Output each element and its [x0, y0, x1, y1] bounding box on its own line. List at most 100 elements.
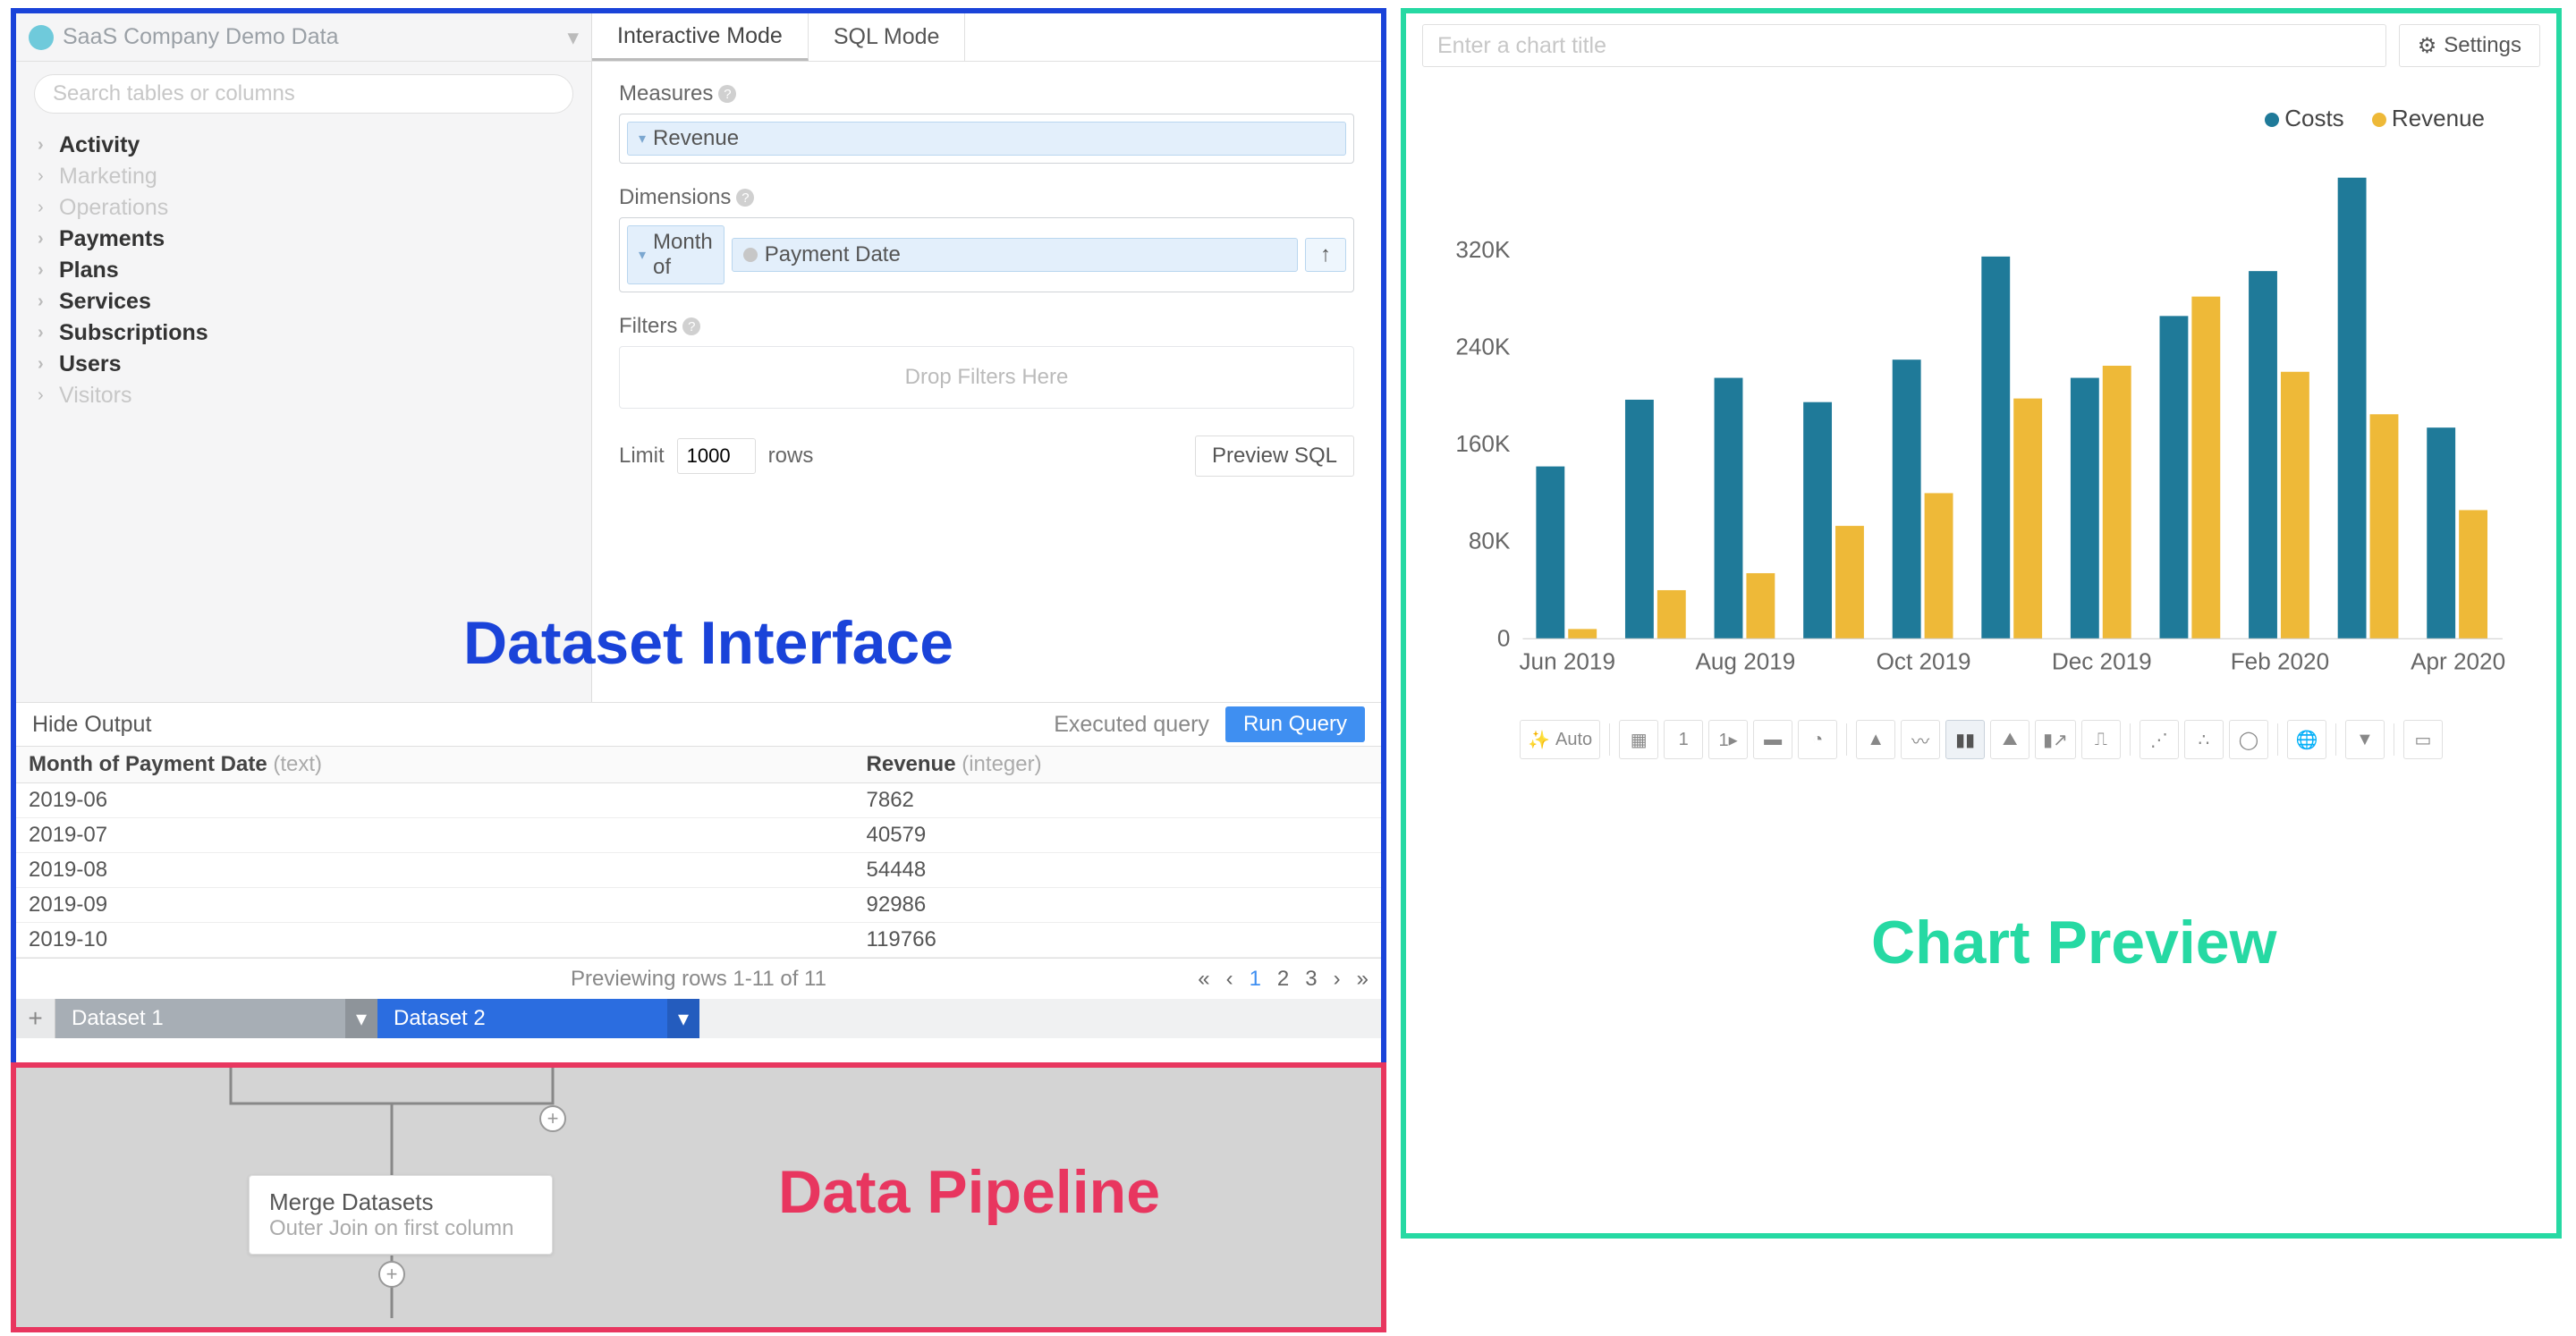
dataset-tab-1[interactable]: Dataset 1▾ — [55, 999, 377, 1038]
gauge-icon[interactable]: 1▸ — [1708, 720, 1748, 759]
dimensions-dropzone[interactable]: ▾Month of Payment Date ↑ — [619, 217, 1354, 292]
preview-sql-button[interactable]: Preview SQL — [1195, 435, 1354, 477]
funnel-icon[interactable]: ▼ — [2345, 720, 2385, 759]
run-query-button[interactable]: Run Query — [1225, 706, 1365, 742]
schema-table-activity[interactable]: ›Activity — [38, 130, 570, 161]
pager-page-3[interactable]: 3 — [1305, 967, 1317, 992]
sparkline-icon[interactable]: ⎍ — [2081, 720, 2121, 759]
col-header-month[interactable]: Month of Payment Date (text) — [16, 747, 854, 783]
pager-page-1[interactable]: 1 — [1250, 967, 1261, 992]
svg-text:Feb 2020: Feb 2020 — [2231, 647, 2329, 674]
svg-text:80K: 80K — [1469, 528, 1511, 554]
merge-node-title: Merge Datasets — [269, 1188, 532, 1216]
chart-title-input[interactable] — [1422, 24, 2386, 67]
schema-table-visitors[interactable]: ›Visitors — [38, 380, 570, 411]
dimension-pill-payment-date[interactable]: Payment Date — [732, 238, 1298, 272]
col-header-revenue[interactable]: Revenue (integer) — [854, 747, 1381, 783]
stacked-area-icon[interactable]: ⛰ — [1990, 720, 2029, 759]
schema-table-operations[interactable]: ›Operations — [38, 192, 570, 224]
pipeline-add-node[interactable]: + — [539, 1105, 566, 1132]
tab-interactive-mode[interactable]: Interactive Mode — [592, 13, 809, 61]
datasource-icon — [29, 25, 54, 50]
add-dataset-button[interactable]: + — [16, 999, 55, 1038]
measure-pill-revenue[interactable]: ▾Revenue — [627, 122, 1346, 156]
chart-settings-button[interactable]: ⚙Settings — [2399, 24, 2540, 67]
pie-chart-icon[interactable]: ◔ — [1798, 720, 1837, 759]
help-icon[interactable]: ? — [736, 189, 754, 207]
bar-costs — [2427, 427, 2455, 638]
table-chart-icon[interactable]: ▦ — [1619, 720, 1658, 759]
pipeline-merge-node[interactable]: Merge Datasets Outer Join on first colum… — [249, 1175, 553, 1255]
bar-chart-icon[interactable]: ▮▮ — [1945, 720, 1985, 759]
schema-table-services[interactable]: ›Services — [38, 286, 570, 317]
gear-icon: ⚙ — [2418, 33, 2437, 59]
map-icon[interactable]: 🌐 — [2287, 720, 2326, 759]
custom-chart-icon[interactable]: ▭ — [2403, 720, 2443, 759]
dataset-tab-2[interactable]: Dataset 2▾ — [377, 999, 699, 1038]
schema-table-subscriptions[interactable]: ›Subscriptions — [38, 317, 570, 349]
pager-last[interactable]: » — [1357, 967, 1368, 992]
limit-input[interactable] — [677, 438, 756, 474]
measures-label: Measures? — [619, 81, 1354, 106]
table-row[interactable]: 2019-0740579 — [16, 818, 1381, 853]
table-row[interactable]: 2019-0992986 — [16, 888, 1381, 923]
caret-down-icon: ▾ — [567, 24, 579, 51]
chart-legend: Costs Revenue — [1442, 105, 2521, 132]
line-chart-icon[interactable]: 〰 — [1901, 720, 1940, 759]
auto-chart-button[interactable]: ✨ Auto — [1520, 720, 1600, 759]
svg-text:Dec 2019: Dec 2019 — [2052, 647, 2152, 674]
scatter-icon[interactable]: ⋰ — [2140, 720, 2179, 759]
bar-revenue — [1925, 493, 1953, 638]
chevron-right-icon: › — [38, 323, 54, 343]
table-row[interactable]: 2019-067862 — [16, 783, 1381, 818]
help-icon[interactable]: ? — [718, 85, 736, 103]
chevron-right-icon: › — [38, 354, 54, 375]
filters-label: Filters? — [619, 314, 1354, 339]
preview-rows-text: Previewing rows 1-11 of 11 — [571, 967, 826, 992]
dimension-pill-month[interactable]: ▾Month of — [627, 225, 724, 284]
datasource-selector[interactable]: SaaS Company Demo Data ▾ — [16, 13, 591, 62]
schema-table-payments[interactable]: ›Payments — [38, 224, 570, 255]
pager-next[interactable]: › — [1334, 967, 1341, 992]
pager-page-2[interactable]: 2 — [1277, 967, 1289, 992]
table-row[interactable]: 2019-0854448 — [16, 853, 1381, 888]
annotation-chart-preview: Chart Preview — [1871, 908, 2277, 977]
bubble-icon[interactable]: ∴ — [2184, 720, 2224, 759]
chevron-right-icon: › — [38, 229, 54, 249]
measures-dropzone[interactable]: ▾Revenue — [619, 114, 1354, 164]
schema-table-marketing[interactable]: ›Marketing — [38, 161, 570, 192]
search-input[interactable] — [34, 74, 573, 114]
tab-sql-mode[interactable]: SQL Mode — [809, 13, 966, 61]
chart-preview-panel: ⚙Settings Costs Revenue 080K160K240K320K… — [1401, 8, 2562, 1239]
dataset-tab-2-menu[interactable]: ▾ — [667, 999, 699, 1038]
svg-text:Apr 2020: Apr 2020 — [2411, 647, 2505, 674]
single-value-icon[interactable]: 1 — [1664, 720, 1703, 759]
dataset-tab-1-menu[interactable]: ▾ — [345, 999, 377, 1038]
pipeline-add-node[interactable]: + — [378, 1261, 405, 1288]
results-table: Month of Payment Date (text) Revenue (in… — [16, 747, 1381, 958]
help-icon[interactable]: ? — [682, 317, 700, 335]
sort-asc-pill[interactable]: ↑ — [1305, 238, 1346, 272]
filters-dropzone[interactable]: Drop Filters Here — [619, 346, 1354, 409]
bar-horizontal-icon[interactable]: ▬ — [1753, 720, 1792, 759]
bar-costs — [2249, 271, 2277, 638]
bar-revenue — [1657, 590, 1686, 638]
combo-chart-icon[interactable]: ▮↗ — [2035, 720, 2076, 759]
bar-revenue — [1746, 573, 1775, 638]
area-chart-icon[interactable]: ▲ — [1856, 720, 1895, 759]
schema-table-plans[interactable]: ›Plans — [38, 255, 570, 286]
bar-revenue — [2459, 510, 2487, 638]
datasource-name: SaaS Company Demo Data — [63, 24, 338, 50]
pager-prev[interactable]: ‹ — [1226, 967, 1233, 992]
pager-first[interactable]: « — [1198, 967, 1209, 992]
annotation-dataset-interface: Dataset Interface — [463, 608, 953, 678]
bar-costs — [1981, 257, 2010, 638]
schema-table-users[interactable]: ›Users — [38, 349, 570, 380]
hide-output-button[interactable]: Hide Output — [32, 712, 151, 738]
legend-swatch-costs — [2265, 113, 2279, 127]
heatmap-icon[interactable]: ◯ — [2229, 720, 2268, 759]
bar-costs — [1715, 378, 1743, 639]
bar-chart: 080K160K240K320KJun 2019Aug 2019Oct 2019… — [1442, 132, 2521, 696]
bar-costs — [2159, 316, 2188, 638]
table-row[interactable]: 2019-10119766 — [16, 923, 1381, 958]
